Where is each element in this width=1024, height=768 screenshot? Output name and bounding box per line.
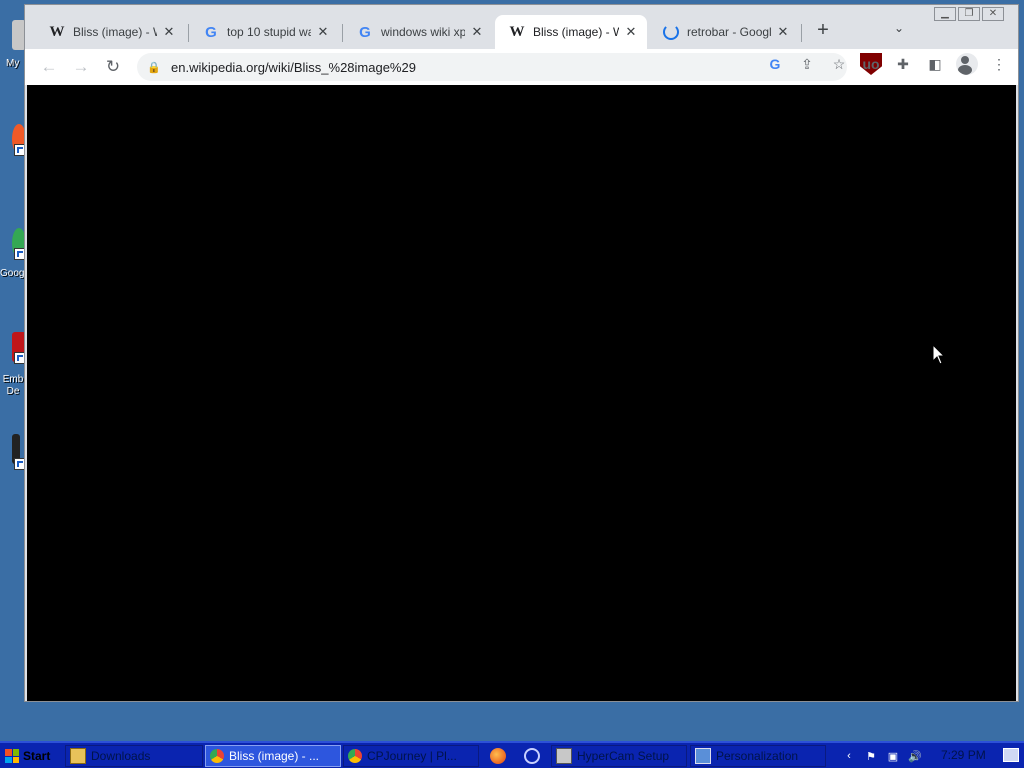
back-button[interactable]: ← <box>37 55 61 79</box>
new-tab-button[interactable]: + <box>811 19 835 43</box>
task-personalization[interactable]: Personalization <box>690 745 826 767</box>
tab-title: windows wiki xp <box>381 25 465 39</box>
personalization-icon <box>695 748 711 764</box>
tab-retrobar[interactable]: retrobar - Googl ✕ <box>649 15 799 49</box>
page-content[interactable] <box>27 85 1016 701</box>
chevron-down-icon[interactable]: ⌄ <box>889 21 909 41</box>
firefox-icon[interactable] <box>490 748 506 764</box>
close-icon[interactable]: ✕ <box>161 24 177 40</box>
side-panel-icon[interactable]: ◧ <box>924 53 946 75</box>
address-url: en.wikipedia.org/wiki/Bliss_%28image%29 <box>171 59 416 75</box>
chevron-icon[interactable]: ‹ <box>842 749 856 763</box>
tab-title: retrobar - Googl <box>687 25 771 39</box>
task-label: Personalization <box>716 749 799 763</box>
desktop-icon-embedded[interactable]: Emb De <box>0 330 26 400</box>
wikipedia-icon: W <box>49 23 65 40</box>
address-bar[interactable]: 🔒 en.wikipedia.org/wiki/Bliss_%28image%2… <box>137 53 847 81</box>
start-button[interactable]: Start <box>1 745 59 767</box>
task-cpjourney[interactable]: CPJourney | Pl... <box>343 745 479 767</box>
close-window-button[interactable]: ✕ <box>982 7 1004 21</box>
task-label: CPJourney | Pl... <box>367 749 457 763</box>
chrome-icon <box>348 749 362 763</box>
desktop-icon-firefox[interactable] <box>0 120 26 176</box>
start-label: Start <box>23 749 51 763</box>
desktop-icon-app[interactable] <box>0 432 26 476</box>
desktop-icon-label: Goog <box>0 268 25 279</box>
tab-divider <box>801 24 802 42</box>
tab-top-10-stupid[interactable]: G top 10 stupid wa ✕ <box>189 15 339 49</box>
desktop-icon-google-chrome[interactable]: Goog <box>0 224 26 280</box>
tab-bliss-image[interactable]: W Bliss (image) - W ✕ <box>35 15 185 49</box>
share-icon[interactable]: ⇪ <box>796 53 818 75</box>
browser-toolbar: ← → ↻ 🔒 en.wikipedia.org/wiki/Bliss_%28i… <box>25 49 1018 85</box>
clock[interactable]: 7:29 PM <box>941 748 986 762</box>
close-icon[interactable]: ✕ <box>623 24 639 40</box>
ublock-icon[interactable]: uo <box>860 53 882 75</box>
window-controls: ▁ ❐ ✕ <box>934 7 1004 21</box>
lock-icon: 🔒 <box>147 61 161 74</box>
task-label: HyperCam Setup <box>577 749 670 763</box>
paint-icon[interactable] <box>524 748 540 764</box>
taskbar: Start Downloads Bliss (image) - ... CPJo… <box>0 741 1024 768</box>
close-icon[interactable]: ✕ <box>775 24 791 40</box>
reload-button[interactable]: ↻ <box>101 55 125 79</box>
show-desktop-icon[interactable] <box>1003 748 1019 762</box>
google-lens-icon[interactable]: G <box>764 53 786 75</box>
task-hypercam-setup[interactable]: HyperCam Setup <box>551 745 687 767</box>
system-tray: ‹ ⚑ ▣ 🔊 <box>842 746 922 766</box>
toolbar-actions: G ⇪ ☆ uo ✚ ◧ ⋮ <box>764 53 1010 75</box>
mouse-cursor-icon <box>932 344 946 365</box>
close-icon[interactable]: ✕ <box>315 24 331 40</box>
bookmark-star-icon[interactable]: ☆ <box>828 53 850 75</box>
task-label: Bliss (image) - ... <box>229 749 320 763</box>
google-icon: G <box>359 23 371 41</box>
chrome-icon <box>210 749 224 763</box>
loading-spinner-icon <box>663 24 679 40</box>
close-icon[interactable]: ✕ <box>469 24 485 40</box>
restore-button[interactable]: ❐ <box>958 7 980 21</box>
minimize-button[interactable]: ▁ <box>934 7 956 21</box>
tab-title: top 10 stupid wa <box>227 25 311 39</box>
tab-windows-wiki-xp[interactable]: G windows wiki xp ✕ <box>343 15 493 49</box>
volume-icon[interactable]: 🔊 <box>908 749 922 763</box>
tab-title: Bliss (image) - W <box>533 25 619 39</box>
windows-logo-icon <box>5 749 19 763</box>
task-bliss-chrome[interactable]: Bliss (image) - ... <box>205 745 341 767</box>
extensions-icon[interactable]: ✚ <box>892 53 914 75</box>
network-icon[interactable]: ⚑ <box>864 749 878 763</box>
folder-icon <box>70 748 86 764</box>
desktop-icon-my-computer[interactable]: My <box>0 18 26 74</box>
monitor-icon[interactable]: ▣ <box>886 749 900 763</box>
tab-title: Bliss (image) - W <box>73 25 157 39</box>
task-downloads[interactable]: Downloads <box>65 745 203 767</box>
google-icon: G <box>205 23 217 41</box>
tab-strip: W Bliss (image) - W ✕ G top 10 stupid wa… <box>25 5 1018 49</box>
setup-icon <box>556 748 572 764</box>
profile-avatar-icon[interactable] <box>956 53 978 75</box>
tab-bliss-image-active[interactable]: W Bliss (image) - W ✕ <box>495 15 647 49</box>
menu-kebab-icon[interactable]: ⋮ <box>988 53 1010 75</box>
wikipedia-icon: W <box>509 23 525 40</box>
task-label: Downloads <box>91 749 151 763</box>
desktop-icon-label: Emb De <box>2 374 24 397</box>
forward-button[interactable]: → <box>69 55 93 79</box>
browser-window: W Bliss (image) - W ✕ G top 10 stupid wa… <box>24 4 1019 702</box>
